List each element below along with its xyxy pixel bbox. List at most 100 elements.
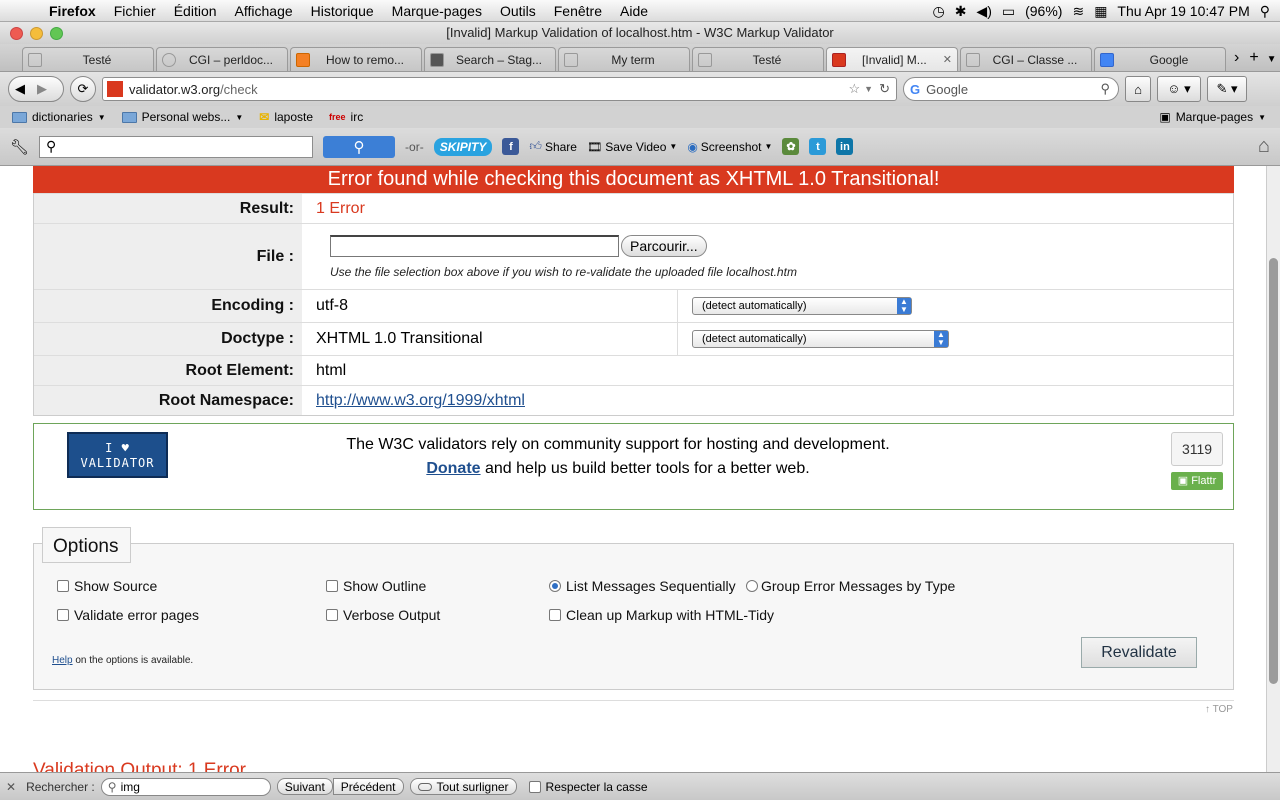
match-case-option[interactable]: Respecter la casse xyxy=(528,780,648,794)
root-namespace-link[interactable]: http://www.w3.org/1999/xhtml xyxy=(316,392,525,410)
history-button[interactable]: ⟳ xyxy=(70,76,96,102)
screenshot-button[interactable]: ◉ Screenshot ▼ xyxy=(687,140,772,154)
bookmark-folder-dictionaries[interactable]: dictionaries ▼ xyxy=(12,110,106,124)
network-icon[interactable]: ✿ xyxy=(782,138,800,155)
minimize-window-button[interactable] xyxy=(30,27,43,40)
search-icon[interactable]: ⚲ xyxy=(1100,81,1110,97)
spotlight-icon[interactable]: ⚲ xyxy=(1260,3,1270,20)
time-machine-icon[interactable]: ◷ xyxy=(932,3,944,20)
html-tidy-checkbox[interactable] xyxy=(549,609,561,621)
forward-arrow-icon[interactable]: ▶ xyxy=(37,81,47,97)
site-identity-icon[interactable] xyxy=(107,81,123,97)
tab-list-icon[interactable]: ▼ xyxy=(1267,54,1277,65)
html-tidy-option[interactable]: Clean up Markup with HTML-Tidy xyxy=(549,607,774,623)
menu-outils[interactable]: Outils xyxy=(491,3,545,19)
wrench-icon[interactable]: 🔧︎ xyxy=(10,138,29,156)
help-link[interactable]: Help xyxy=(52,655,73,666)
skipity-logo[interactable]: SKIPITY xyxy=(433,137,493,156)
doctype-select[interactable]: (detect automatically) ▲ ▼ xyxy=(692,330,949,348)
browse-button[interactable]: Parcourir... xyxy=(621,235,707,257)
menu-app-firefox[interactable]: Firefox xyxy=(40,3,105,19)
tab-invalid-validator[interactable]: [Invalid] M... ✕ xyxy=(826,47,958,71)
menu-historique[interactable]: Historique xyxy=(302,3,383,19)
show-outline-label[interactable]: Show Outline xyxy=(343,578,426,594)
show-source-checkbox[interactable] xyxy=(57,580,69,592)
menu-aide[interactable]: Aide xyxy=(611,3,657,19)
save-video-button[interactable]: 🎞︎ Save Video ▼ xyxy=(587,140,677,154)
extension-button[interactable]: ✎ ▾ xyxy=(1207,76,1247,102)
home-icon[interactable]: ⌂ xyxy=(1258,135,1270,158)
page-scrollbar[interactable] xyxy=(1266,166,1280,772)
find-next-button[interactable]: Suivant xyxy=(276,778,333,795)
bookmark-star-icon[interactable]: ☆ xyxy=(849,81,861,97)
revalidate-button[interactable]: Revalidate xyxy=(1081,637,1197,668)
group-errors-option[interactable]: Group Error Messages by Type xyxy=(746,578,955,594)
scrollbar-thumb[interactable] xyxy=(1269,258,1278,684)
toolbar-search-input[interactable]: ⚲ xyxy=(39,135,314,158)
battery-icon[interactable]: ▭ xyxy=(1002,3,1015,20)
highlight-all-button[interactable]: Tout surligner xyxy=(409,778,517,795)
addon-button[interactable]: ☺ ▾ xyxy=(1157,76,1201,102)
verbose-output-label[interactable]: Verbose Output xyxy=(343,607,440,623)
bookmark-irc[interactable]: free irc xyxy=(329,110,363,124)
close-window-button[interactable] xyxy=(10,27,23,40)
wifi-icon[interactable]: ≋ xyxy=(1072,3,1084,20)
flattr-button[interactable]: ▣ Flattr xyxy=(1171,472,1223,490)
menu-marque-pages[interactable]: Marque-pages xyxy=(383,3,491,19)
share-button[interactable]: 👍︎ Share xyxy=(529,139,577,154)
twitter-icon[interactable]: t xyxy=(809,138,827,155)
volume-icon[interactable]: ◀) xyxy=(976,3,991,20)
show-source-option[interactable]: Show Source xyxy=(57,578,157,594)
tab-scroll-right-icon[interactable]: › xyxy=(1234,49,1239,67)
bookmark-folder-personal[interactable]: Personal webs... ▼ xyxy=(121,110,243,124)
bookmarks-menu-button[interactable]: ▣ Marque-pages ▼ xyxy=(1159,110,1266,124)
encoding-select[interactable]: (detect automatically) ▲ ▼ xyxy=(692,297,912,315)
search-bar[interactable]: G Google ⚲ xyxy=(903,77,1119,101)
tab-how-to-remove[interactable]: How to remo... xyxy=(290,47,422,71)
tab-cgi-perldoc[interactable]: CGI – perldoc... xyxy=(156,47,288,71)
tab-teste-1[interactable]: Testé xyxy=(22,47,154,71)
home-button[interactable]: ⌂ xyxy=(1125,76,1151,102)
facebook-icon[interactable]: f xyxy=(502,138,520,155)
tab-teste-2[interactable]: Testé xyxy=(692,47,824,71)
url-dropdown-icon[interactable]: ▼ xyxy=(864,84,873,94)
battery-percent[interactable]: (96%) xyxy=(1025,3,1062,19)
menu-fenetre[interactable]: Fenêtre xyxy=(545,3,611,19)
tab-search-stag[interactable]: Search – Stag... xyxy=(424,47,556,71)
back-to-top-link[interactable]: ↑ TOP xyxy=(1205,704,1233,715)
google-engine-icon[interactable]: G xyxy=(910,82,920,97)
url-bar[interactable]: validator.w3.org /check ☆ ▼ ↻ xyxy=(102,77,897,101)
validate-error-pages-label[interactable]: Validate error pages xyxy=(74,607,199,623)
bluetooth-icon[interactable]: ✱ xyxy=(955,3,967,20)
zoom-window-button[interactable] xyxy=(50,27,63,40)
show-outline-option[interactable]: Show Outline xyxy=(326,578,426,594)
validate-error-pages-option[interactable]: Validate error pages xyxy=(57,607,199,623)
bookmark-laposte[interactable]: ✉ laposte xyxy=(259,110,313,124)
match-case-label[interactable]: Respecter la casse xyxy=(546,780,648,794)
show-source-label[interactable]: Show Source xyxy=(74,578,157,594)
calendar-icon[interactable]: ▦ xyxy=(1094,3,1107,20)
group-errors-label[interactable]: Group Error Messages by Type xyxy=(761,578,955,594)
list-sequentially-label[interactable]: List Messages Sequentially xyxy=(566,578,736,594)
find-input[interactable]: ⚲ img xyxy=(100,777,271,796)
menu-edition[interactable]: Édition xyxy=(165,3,226,19)
close-tab-icon[interactable]: ✕ xyxy=(943,53,952,66)
group-errors-radio[interactable] xyxy=(746,580,758,592)
list-sequentially-radio[interactable] xyxy=(549,580,561,592)
show-outline-checkbox[interactable] xyxy=(326,580,338,592)
tab-cgi-classe[interactable]: CGI – Classe ... xyxy=(960,47,1092,71)
verbose-output-checkbox[interactable] xyxy=(326,609,338,621)
close-find-bar-icon[interactable]: ✕ xyxy=(6,780,16,794)
match-case-checkbox[interactable] xyxy=(528,780,541,793)
new-tab-icon[interactable]: + xyxy=(1249,49,1258,67)
file-path-input[interactable] xyxy=(330,235,619,257)
find-previous-button[interactable]: Précédent xyxy=(332,778,404,795)
donate-link[interactable]: Donate xyxy=(426,460,480,477)
menu-fichier[interactable]: Fichier xyxy=(105,3,165,19)
tab-my-term[interactable]: My term xyxy=(558,47,690,71)
tab-google[interactable]: Google xyxy=(1094,47,1226,71)
clock[interactable]: Thu Apr 19 10:47 PM xyxy=(1117,3,1249,19)
html-tidy-label[interactable]: Clean up Markup with HTML-Tidy xyxy=(566,607,774,623)
verbose-output-option[interactable]: Verbose Output xyxy=(326,607,440,623)
list-sequentially-option[interactable]: List Messages Sequentially xyxy=(549,578,736,594)
